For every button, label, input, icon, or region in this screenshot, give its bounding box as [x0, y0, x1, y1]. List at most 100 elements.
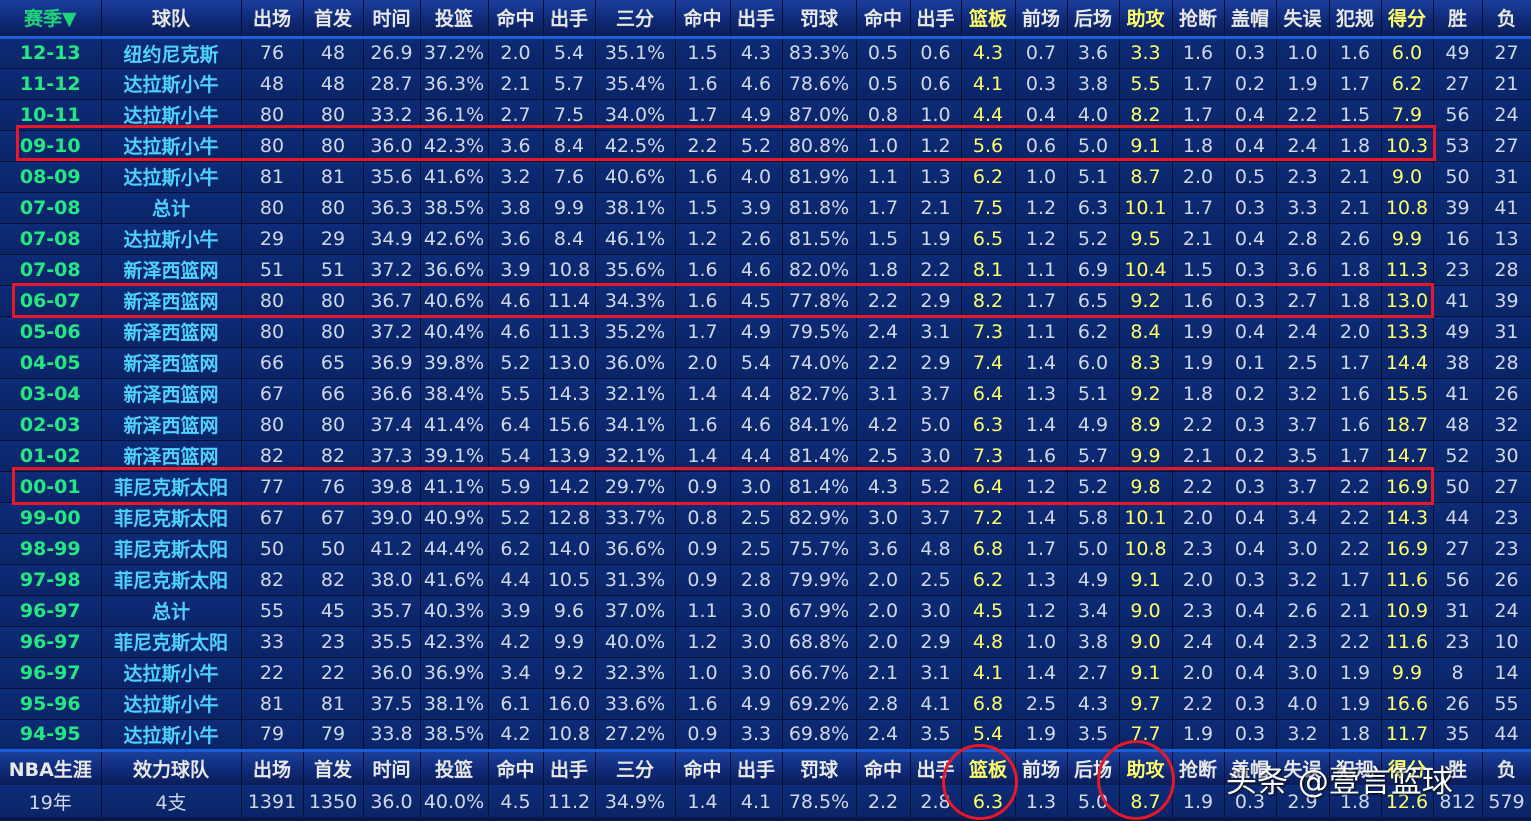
stat-cell: 3.0 — [1276, 533, 1330, 565]
table-row: 09-10 达拉斯小牛 80 80 36.0 42.3% 3.6 8.4 42.5% 2.2 5.2… — [0, 130, 1531, 162]
stat-cell: 50 — [1433, 471, 1483, 503]
stat-cell: 3.6 — [856, 533, 911, 565]
stat-cell: 1.0 — [1015, 161, 1068, 193]
stat-cell: 5.5 — [488, 378, 544, 410]
stat-cell: 0.9 — [675, 564, 731, 596]
stat-cell: 41 — [1433, 378, 1483, 410]
stat-cell: 36.6 — [363, 378, 421, 410]
stat-cell: 39 — [1433, 192, 1483, 224]
season-cell: 97-98 — [0, 564, 102, 596]
stat-cell: 0.6 — [910, 68, 962, 100]
stat-cell: 5.2 — [488, 347, 544, 379]
stat-cell: 80 — [241, 316, 304, 348]
stat-cell: 37.0% — [595, 595, 676, 627]
stat-cell: 3.2 — [1276, 378, 1330, 410]
stat-cell: 39.0 — [363, 502, 421, 534]
career-header-cell: 助攻 — [1119, 748, 1173, 786]
stat-cell: 28 — [1482, 347, 1531, 379]
table-row: 04-05 新泽西篮网 66 65 36.9 39.8% 5.2 13.0 36.0% 2.0 5.… — [0, 347, 1531, 379]
stat-cell: 49 — [1433, 316, 1483, 348]
stat-cell: 4.3 — [730, 37, 783, 69]
career-header-cell: 首发 — [303, 748, 364, 786]
stat-cell: 1.5 — [1329, 99, 1382, 131]
stat-cell: 0.6 — [1015, 130, 1068, 162]
stat-cell: 16.6 — [1381, 688, 1434, 720]
stat-cell: 8.1 — [961, 254, 1016, 286]
season-cell: 99-00 — [0, 502, 102, 534]
stat-cell: 2.0 — [1172, 564, 1225, 596]
stat-cell: 29 — [303, 223, 364, 255]
stat-cell: 1.2 — [910, 130, 962, 162]
career-header-cell: 罚球 — [782, 748, 857, 786]
stat-cell: 76 — [241, 37, 304, 69]
stat-cell: 33.8 — [363, 719, 421, 751]
stat-cell: 29 — [241, 223, 304, 255]
stat-cell: 7.6 — [543, 161, 596, 193]
header-cell: 出手 — [910, 0, 962, 39]
stat-cell: 66 — [303, 378, 364, 410]
stat-cell: 1.8 — [1329, 719, 1382, 751]
stat-cell: 1.9 — [1172, 719, 1225, 751]
stat-cell: 77.8% — [782, 285, 857, 317]
stat-cell: 4.4 — [488, 564, 544, 596]
career-value-cell: 34.9% — [595, 786, 676, 817]
stat-cell: 3.7 — [910, 502, 962, 534]
header-cell[interactable]: 赛季▼ — [0, 0, 102, 39]
stat-cell: 3.2 — [488, 161, 544, 193]
table-row: 07-08 新泽西篮网 51 51 37.2 36.6% 3.9 10.8 35.6% 1.6 4.… — [0, 254, 1531, 286]
header-cell: 盖帽 — [1224, 0, 1277, 39]
season-cell: 02-03 — [0, 409, 102, 441]
stat-cell: 28.7 — [363, 68, 421, 100]
team-cell: 达拉斯小牛 — [101, 719, 242, 751]
career-value-cell: 19年 — [0, 786, 102, 817]
stat-cell: 7.5 — [543, 99, 596, 131]
stat-cell: 2.2 — [1329, 626, 1382, 658]
stat-cell: 32.1% — [595, 440, 676, 472]
stat-cell: 37.2 — [363, 254, 421, 286]
stat-cell: 41.2 — [363, 533, 421, 565]
stat-cell: 1.7 — [675, 316, 731, 348]
stat-cell: 1.1 — [675, 595, 731, 627]
stat-cell: 16.9 — [1381, 533, 1434, 565]
stat-cell: 1.0 — [910, 99, 962, 131]
season-cell: 96-97 — [0, 626, 102, 658]
stat-cell: 2.5 — [1276, 347, 1330, 379]
career-value-cell: 11.2 — [543, 786, 596, 817]
stat-cell: 2.2 — [910, 254, 962, 286]
stat-cell: 1.8 — [1172, 378, 1225, 410]
header-cell: 出手 — [730, 0, 783, 39]
header-cell: 篮板 — [961, 0, 1016, 39]
stat-cell: 3.0 — [730, 657, 783, 689]
stat-cell: 36.6% — [420, 254, 489, 286]
stat-cell: 0.2 — [1224, 378, 1277, 410]
stat-cell: 9.5 — [1119, 223, 1173, 255]
team-cell: 新泽西篮网 — [101, 409, 242, 441]
stat-cell: 0.8 — [675, 502, 731, 534]
stat-cell: 48 — [241, 68, 304, 100]
stat-cell: 2.9 — [910, 626, 962, 658]
stat-cell: 23 — [1433, 254, 1483, 286]
stat-cell: 9.9 — [543, 192, 596, 224]
stat-cell: 1.7 — [1015, 533, 1068, 565]
stat-cell: 35.7 — [363, 595, 421, 627]
table-row: 94-95 达拉斯小牛 79 79 33.8 38.5% 4.2 10.8 27.2% 0.9 3.… — [0, 719, 1531, 751]
table-row: 03-04 新泽西篮网 67 66 36.6 38.4% 5.5 14.3 32.1% 1.4 4.… — [0, 378, 1531, 410]
stat-cell: 1.6 — [1015, 440, 1068, 472]
stat-cell: 26 — [1482, 378, 1531, 410]
stat-cell: 1.9 — [1329, 688, 1382, 720]
stat-cell: 0.3 — [1224, 285, 1277, 317]
stat-cell: 67 — [303, 502, 364, 534]
stat-cell: 36.6% — [595, 533, 676, 565]
stat-cell: 10.8 — [543, 719, 596, 751]
career-header-cell: 命中 — [488, 748, 544, 786]
career-value-cell: 4.5 — [488, 786, 544, 817]
table-row: 99-00 菲尼克斯太阳 67 67 39.0 40.9% 5.2 12.8 33.7% 0.8 2… — [0, 502, 1531, 534]
stat-cell: 36.0% — [595, 347, 676, 379]
stat-cell: 37.3 — [363, 440, 421, 472]
header-cell: 得分 — [1381, 0, 1434, 39]
stat-cell: 37.2 — [363, 316, 421, 348]
career-header-cell: NBA生涯 — [0, 748, 102, 786]
stat-cell: 0.3 — [1224, 688, 1277, 720]
stat-cell: 82 — [303, 440, 364, 472]
stat-cell: 41 — [1433, 285, 1483, 317]
